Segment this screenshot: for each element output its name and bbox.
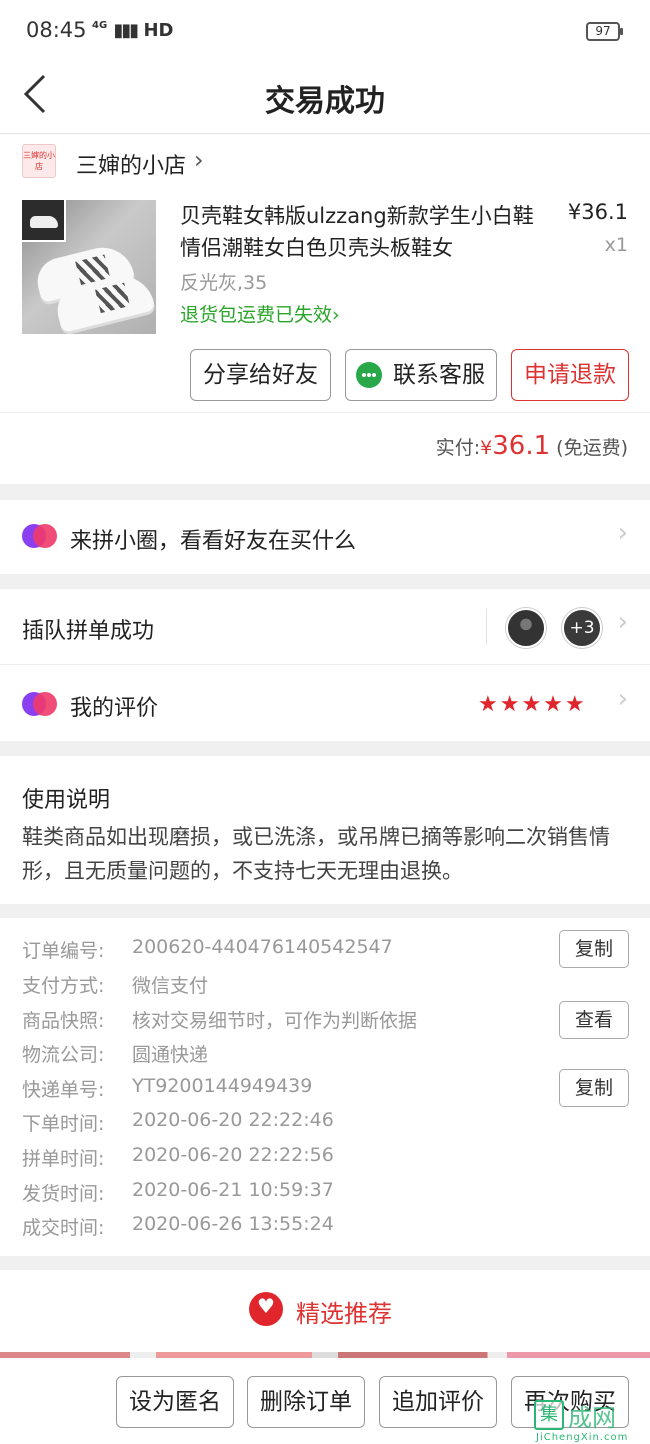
- star-rating: ★★★★★: [478, 692, 587, 717]
- network-indicator: 4G ▮▮▮ HD: [92, 20, 173, 41]
- payment-amount: 36.1: [492, 431, 551, 461]
- battery-icon: 97: [586, 22, 623, 41]
- group-status-label: 插队拼单成功: [22, 619, 155, 644]
- avatar: [506, 608, 546, 648]
- chevron-right-icon: ›: [194, 146, 204, 174]
- view-snapshot-button[interactable]: 查看: [559, 1001, 629, 1039]
- info-key: 物流公司:: [22, 1044, 105, 1066]
- friend-circle-row[interactable]: 来拼小圈，看看好友在买什么 ›: [0, 500, 650, 574]
- info-key: 订单编号:: [22, 940, 105, 962]
- info-value: 核对交易细节时，可作为判断依据: [132, 1010, 418, 1032]
- info-value: 2020-06-26 13:55:24: [132, 1213, 334, 1235]
- info-key: 商品快照:: [22, 1010, 105, 1032]
- watermark-url: JiChengXin.com: [536, 1432, 629, 1443]
- product-thumbnail-inset: [22, 200, 66, 242]
- contact-service-button[interactable]: 联系客服: [345, 349, 497, 401]
- chevron-right-icon: ›: [617, 607, 628, 637]
- info-key: 快递单号:: [22, 1079, 105, 1101]
- payment-row: 实付:¥36.1 (免运费): [0, 412, 650, 484]
- order-info-card: 订单编号: 200620-440476140542547 支付方式: 微信支付 …: [0, 918, 650, 1256]
- shop-logo: 三婶的小店: [22, 144, 56, 178]
- copy-order-number-button[interactable]: 复制: [559, 930, 629, 968]
- info-value: 圆通快递: [132, 1044, 209, 1066]
- payment-currency: ¥: [480, 437, 493, 459]
- review-row[interactable]: 我的评价 ★★★★★ ›: [0, 666, 650, 741]
- info-value: 2020-06-20 22:22:46: [132, 1109, 334, 1131]
- share-button[interactable]: 分享给好友: [190, 349, 331, 401]
- info-key: 拼单时间:: [22, 1148, 105, 1170]
- recommend-title: 精选推荐: [296, 1300, 392, 1328]
- info-key: 下单时间:: [22, 1113, 105, 1135]
- contact-service-label: 联系客服: [393, 362, 485, 388]
- product-image[interactable]: [22, 200, 156, 334]
- payment-label: 实付:: [435, 437, 481, 459]
- info-value: 微信支付: [132, 975, 209, 997]
- watermark-logo: 集 成网 JiChengXin.com: [532, 1394, 650, 1444]
- product-title[interactable]: 贝壳鞋女韩版ulzzang新款学生小白鞋情侣潮鞋女白色贝壳头板鞋女: [180, 200, 550, 264]
- copy-tracking-number-button[interactable]: 复制: [559, 1069, 629, 1107]
- product-quantity: x1: [604, 234, 628, 256]
- pinquan-icon: [22, 524, 57, 548]
- return-note-text: 退货包运费已失效: [180, 304, 333, 326]
- status-time: 08:45: [26, 18, 87, 42]
- product-price: ¥36.1: [567, 200, 628, 224]
- status-bar: 08:45 4G ▮▮▮ HD 97: [0, 0, 650, 62]
- recommend-header: 精选推荐: [0, 1270, 650, 1352]
- payment-summary: 实付:¥36.1 (免运费): [436, 431, 628, 461]
- group-review-card: 插队拼单成功 +3 › 我的评价 ★★★★★ ›: [0, 589, 650, 741]
- info-key: 成交时间:: [22, 1217, 105, 1239]
- usage-notes-title: 使用说明: [22, 788, 111, 813]
- avatar-more-count: +3: [562, 608, 602, 648]
- watermark-text: 成网: [568, 1404, 616, 1432]
- friend-circle-text: 来拼小圈，看看好友在买什么: [70, 529, 357, 554]
- usage-notes-card: 使用说明 鞋类商品如出现磨损，或已洗涤，或吊牌已摘等影响二次销售情形，且无质量问…: [0, 756, 650, 904]
- return-shipping-note[interactable]: 退货包运费已失效›: [180, 300, 340, 327]
- divider: [486, 609, 487, 645]
- chevron-right-icon: ›: [617, 684, 628, 714]
- product-spec: 反光灰,35: [180, 272, 268, 294]
- delete-order-button[interactable]: 删除订单: [247, 1376, 365, 1428]
- review-label: 我的评价: [70, 696, 159, 721]
- add-review-button[interactable]: 追加评价: [379, 1376, 497, 1428]
- shipping-note: (免运费): [556, 437, 628, 459]
- shop-row[interactable]: 三婶的小店 三婶的小店 ›: [22, 142, 622, 182]
- info-value: 200620-440476140542547: [132, 936, 393, 958]
- pinquan-icon: [22, 692, 57, 716]
- group-row[interactable]: 插队拼单成功 +3 ›: [0, 589, 650, 665]
- info-key: 发货时间:: [22, 1183, 105, 1205]
- info-value: 2020-06-21 10:59:37: [132, 1179, 334, 1201]
- info-key: 支付方式:: [22, 975, 105, 997]
- network-type: 4G: [92, 20, 108, 31]
- usage-notes-text: 鞋类商品如出现磨损，或已洗涤，或吊牌已摘等影响二次销售情形，且无质量问题的，不支…: [22, 825, 610, 883]
- anonymous-button[interactable]: 设为匿名: [116, 1376, 234, 1428]
- heart-icon: [249, 1292, 283, 1326]
- page-title: 交易成功: [265, 84, 385, 119]
- chevron-right-icon: ›: [332, 304, 340, 326]
- info-value: 2020-06-20 22:22:56: [132, 1144, 334, 1166]
- order-card: 三婶的小店 三婶的小店 › 贝壳鞋女韩版ulzzang新款学生小白鞋情侣潮鞋女白…: [0, 134, 650, 484]
- chevron-right-icon: ›: [617, 518, 628, 548]
- chat-icon: [356, 362, 382, 388]
- nav-bar: 交易成功: [0, 62, 650, 134]
- hd-label: HD: [143, 20, 174, 41]
- shop-name: 三婶的小店: [76, 154, 187, 179]
- info-value: YT9200144949439: [132, 1075, 313, 1097]
- refund-button[interactable]: 申请退款: [511, 349, 629, 401]
- watermark-box: 集: [534, 1400, 564, 1430]
- signal-icon: ▮▮▮: [113, 20, 139, 41]
